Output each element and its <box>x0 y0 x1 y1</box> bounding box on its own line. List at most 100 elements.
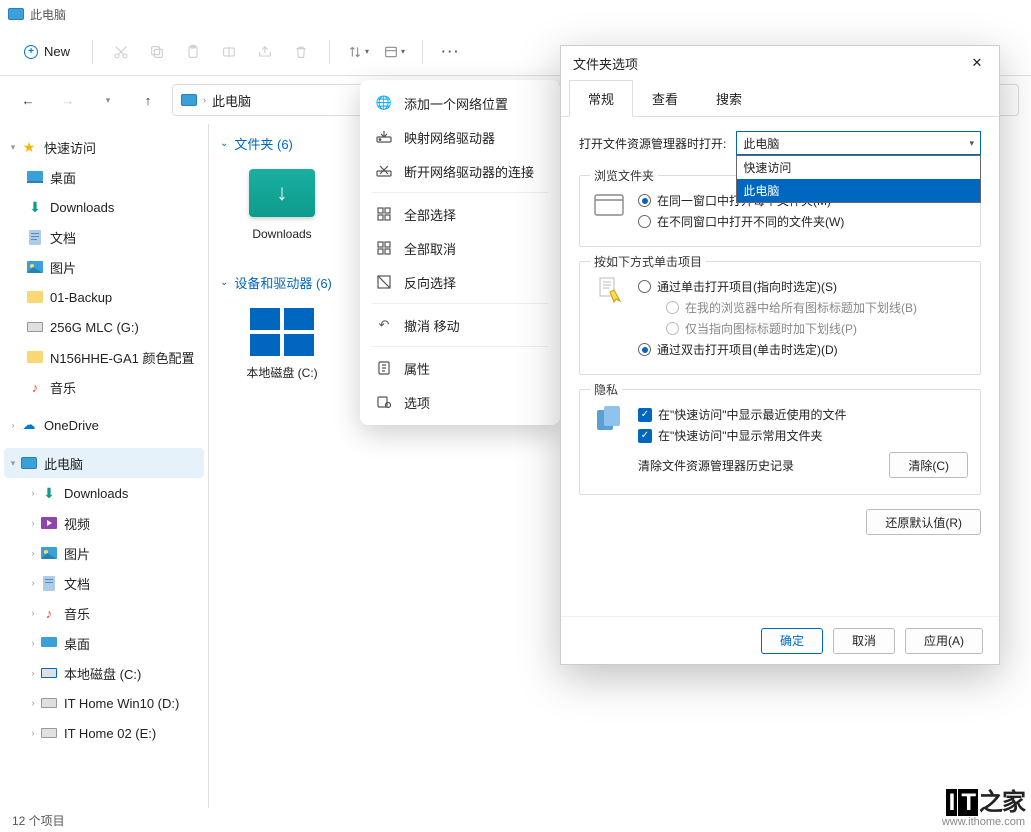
group-title: 文件夹 (6) <box>234 134 293 153</box>
drive-c[interactable]: 本地磁盘 (C:) <box>236 304 328 397</box>
folder-downloads[interactable]: ↓ Downloads <box>236 165 328 243</box>
forward-button[interactable]: → <box>52 84 84 116</box>
folder-label: Downloads <box>252 227 311 243</box>
ctx-disconnect-network-drive[interactable]: 断开网络驱动器的连接 <box>366 154 554 188</box>
sidebar-label: OneDrive <box>44 418 99 433</box>
sidebar-label: 快速访问 <box>44 138 96 157</box>
chevron-right-icon: › <box>26 668 40 678</box>
pictures-icon <box>40 544 58 562</box>
splitter[interactable] <box>208 124 209 808</box>
delete-icon[interactable] <box>283 34 319 70</box>
view-icon[interactable]: ▾ <box>376 34 412 70</box>
sidebar-pc-drive-c[interactable]: ›本地磁盘 (C:) <box>4 658 204 688</box>
open-explorer-combo[interactable]: 此电脑 ▾ 快速访问 此电脑 <box>736 131 981 155</box>
radio-diff-window[interactable]: 在不同窗口中打开不同的文件夹(W) <box>638 213 968 230</box>
sidebar-item-drive-g[interactable]: 256G MLC (G:) <box>4 312 204 342</box>
browse-legend: 浏览文件夹 <box>590 167 658 184</box>
download-icon: ⬇ <box>26 198 44 216</box>
radio-icon <box>666 322 679 335</box>
up-button[interactable]: ↑ <box>132 84 164 116</box>
sidebar-pc-videos[interactable]: ›视频 <box>4 508 204 538</box>
combo-option-quickaccess[interactable]: 快速访问 <box>737 156 980 179</box>
sidebar-pc-drive-d[interactable]: ›IT Home Win10 (D:) <box>4 688 204 718</box>
separator <box>372 192 548 193</box>
check-frequent-folders[interactable]: ✓在"快速访问"中显示常用文件夹 <box>638 427 968 444</box>
chevron-right-icon: › <box>6 420 20 430</box>
sidebar-label: 此电脑 <box>44 454 83 473</box>
sidebar-thispc[interactable]: ▾ 此电脑 <box>4 448 204 478</box>
open-explorer-label: 打开文件资源管理器时打开: <box>579 135 726 152</box>
privacy-legend: 隐私 <box>590 381 622 398</box>
ctx-properties[interactable]: 属性 <box>366 351 554 385</box>
undo-icon: ↶ <box>376 317 392 333</box>
sidebar-item-desktop[interactable]: 桌面 <box>4 162 204 192</box>
radio-icon <box>638 343 651 356</box>
sidebar-onedrive[interactable]: › ☁ OneDrive <box>4 410 204 440</box>
sidebar-pc-documents[interactable]: ›文档 <box>4 568 204 598</box>
sidebar-item-documents[interactable]: 文档 <box>4 222 204 252</box>
chevron-right-icon: › <box>26 638 40 648</box>
ctx-options[interactable]: 选项 <box>366 385 554 419</box>
sidebar-item-colorprofile[interactable]: N156HHE-GA1 颜色配置 <box>4 342 204 372</box>
radio-icon <box>666 301 679 314</box>
back-button[interactable]: ← <box>12 84 44 116</box>
watermark: IT之家 www.ithome.com <box>942 790 1025 828</box>
combo-option-thispc[interactable]: 此电脑 <box>737 179 980 202</box>
sidebar-quick-access[interactable]: ▾ ★ 快速访问 <box>4 132 204 162</box>
combo-selected: 此电脑 <box>743 135 779 152</box>
radio-double-click[interactable]: 通过双击打开项目(单击时选定)(D) <box>638 341 968 358</box>
breadcrumb-location[interactable]: 此电脑 <box>212 91 251 110</box>
paste-icon[interactable] <box>175 34 211 70</box>
dialog-footer: 确定 取消 应用(A) <box>561 616 999 664</box>
ctx-undo-move[interactable]: ↶撤消 移动 <box>366 308 554 342</box>
close-button[interactable]: ✕ <box>955 46 999 80</box>
ctx-map-network-drive[interactable]: 映射网络驱动器 <box>366 120 554 154</box>
sidebar-pc-music[interactable]: ›♪音乐 <box>4 598 204 628</box>
new-button[interactable]: + New <box>12 38 82 65</box>
radio-single-click[interactable]: 通过单击打开项目(指向时选定)(S) <box>638 278 968 295</box>
sidebar-item-music[interactable]: ♪音乐 <box>4 372 204 402</box>
cut-icon[interactable] <box>103 34 139 70</box>
sidebar-item-backup[interactable]: 01-Backup <box>4 282 204 312</box>
tab-general[interactable]: 常规 <box>569 80 633 117</box>
share-icon[interactable] <box>247 34 283 70</box>
ctx-select-all[interactable]: 全部选择 <box>366 197 554 231</box>
ctx-add-network-location[interactable]: 🌐添加一个网络位置 <box>366 86 554 120</box>
sidebar-item-pictures[interactable]: 图片 <box>4 252 204 282</box>
recent-dropdown[interactable]: ▾ <box>92 84 124 116</box>
ok-button[interactable]: 确定 <box>761 628 823 654</box>
sidebar-item-downloads[interactable]: ⬇Downloads <box>4 192 204 222</box>
sidebar-pc-drive-e[interactable]: ›IT Home 02 (E:) <box>4 718 204 748</box>
video-icon <box>40 514 58 532</box>
separator <box>92 40 93 64</box>
privacy-icon <box>592 402 626 436</box>
rename-icon[interactable] <box>211 34 247 70</box>
copy-icon[interactable] <box>139 34 175 70</box>
cancel-button[interactable]: 取消 <box>833 628 895 654</box>
tab-view[interactable]: 查看 <box>633 80 697 117</box>
sidebar-pc-desktop[interactable]: ›桌面 <box>4 628 204 658</box>
cloud-icon: ☁ <box>20 416 38 434</box>
ctx-invert-selection[interactable]: 反向选择 <box>366 265 554 299</box>
sidebar-pc-pictures[interactable]: ›图片 <box>4 538 204 568</box>
check-recent-files[interactable]: ✓在"快速访问"中显示最近使用的文件 <box>638 406 968 423</box>
combo-dropdown: 快速访问 此电脑 <box>736 155 981 203</box>
pc-icon <box>20 454 38 472</box>
sidebar-pc-downloads[interactable]: ›⬇Downloads <box>4 478 204 508</box>
apply-button[interactable]: 应用(A) <box>905 628 983 654</box>
restore-defaults-button[interactable]: 还原默认值(R) <box>866 509 981 535</box>
disconnect-icon <box>376 163 392 179</box>
radio-icon <box>638 280 651 293</box>
drive-icon <box>40 664 58 682</box>
tab-search[interactable]: 搜索 <box>697 80 761 117</box>
window-icon <box>592 188 626 222</box>
radio-underline-hover: 仅当指向图标标题时加下划线(P) <box>666 320 968 337</box>
clear-button[interactable]: 清除(C) <box>889 452 968 478</box>
drive-icon <box>26 318 44 336</box>
sort-icon[interactable]: ▾ <box>340 34 376 70</box>
globe-icon: 🌐 <box>376 95 392 111</box>
desktop-icon <box>40 634 58 652</box>
chevron-right-icon: › <box>26 608 40 618</box>
ctx-select-none[interactable]: 全部取消 <box>366 231 554 265</box>
more-icon[interactable]: ··· <box>433 34 469 70</box>
